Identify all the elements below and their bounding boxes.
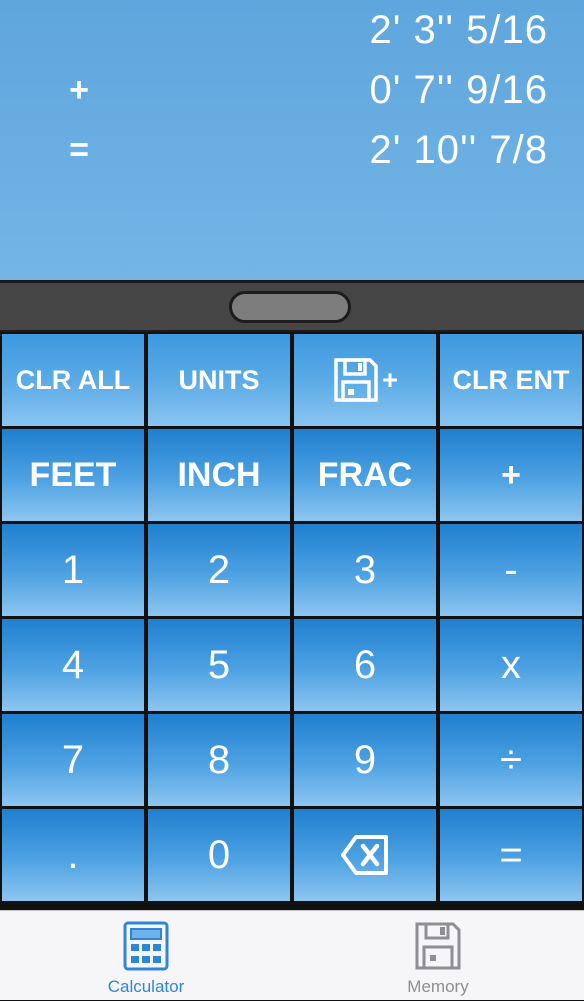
inch-button[interactable]: INCH: [148, 429, 290, 521]
digit-3-button[interactable]: 3: [294, 524, 436, 616]
clear-entry-button[interactable]: CLR ENT: [440, 334, 582, 426]
key-label: CLR ENT: [452, 364, 570, 395]
floppy-disk-icon: [334, 358, 378, 402]
tab-calculator[interactable]: Calculator: [66, 911, 226, 1001]
feet-button[interactable]: FEET: [2, 429, 144, 521]
display-line-1: 2' 3'' 5/16: [0, 2, 584, 58]
key-label: UNITS: [178, 364, 260, 395]
digit-4-button[interactable]: 4: [2, 619, 144, 711]
equals-button[interactable]: =: [440, 809, 582, 901]
display-value: 2' 10'' 7/8: [369, 128, 548, 172]
key-label: 8: [207, 737, 231, 782]
key-label: 3: [353, 547, 377, 592]
floppy-disk-icon: [415, 922, 461, 970]
backspace-button[interactable]: [294, 809, 436, 901]
tab-memory[interactable]: Memory: [358, 911, 518, 1001]
key-label: 7: [61, 737, 85, 782]
key-label: =: [499, 832, 523, 877]
key-label: FRAC: [317, 455, 413, 494]
digit-0-button[interactable]: 0: [148, 809, 290, 901]
digit-6-button[interactable]: 6: [294, 619, 436, 711]
key-label: 9: [353, 737, 377, 782]
divide-button[interactable]: ÷: [440, 714, 582, 806]
tab-bar: Calculator Memory: [0, 910, 584, 1000]
keypad: CLR ALL UNITS + CLR ENT FEET INCH FRAC +…: [0, 332, 584, 902]
key-label: 5: [207, 642, 231, 687]
minus-button[interactable]: -: [440, 524, 582, 616]
key-label: x: [501, 642, 521, 687]
backspace-icon: [341, 835, 388, 875]
key-label: FEET: [29, 455, 117, 494]
key-label: 1: [61, 547, 85, 592]
key-label: INCH: [177, 455, 261, 494]
calculator-icon: [123, 921, 169, 971]
key-label: .: [67, 832, 79, 877]
key-label: CLR ALL: [15, 364, 131, 395]
digit-1-button[interactable]: 1: [2, 524, 144, 616]
tab-label: Calculator: [107, 977, 185, 996]
save-plus-label: +: [382, 364, 398, 395]
key-label: 4: [61, 642, 85, 687]
key-label: 6: [353, 642, 377, 687]
digit-9-button[interactable]: 9: [294, 714, 436, 806]
units-button[interactable]: UNITS: [148, 334, 290, 426]
display-value: 2' 3'' 5/16: [369, 8, 548, 52]
fraction-button[interactable]: FRAC: [294, 429, 436, 521]
key-label: 2: [207, 547, 231, 592]
multiply-button[interactable]: x: [440, 619, 582, 711]
panel-divider: [0, 280, 584, 332]
key-label: 0: [207, 832, 231, 877]
tab-label: Memory: [407, 977, 469, 996]
digit-8-button[interactable]: 8: [148, 714, 290, 806]
digit-2-button[interactable]: 2: [148, 524, 290, 616]
decimal-button[interactable]: .: [2, 809, 144, 901]
key-label: ÷: [500, 737, 522, 782]
display-operator: =: [69, 131, 89, 169]
key-label: +: [501, 455, 521, 494]
key-label: -: [504, 547, 518, 592]
plus-button[interactable]: +: [440, 429, 582, 521]
digit-5-button[interactable]: 5: [148, 619, 290, 711]
display-line-3: = 2' 10'' 7/8: [0, 122, 584, 178]
display-line-2: + 0' 7'' 9/16: [0, 62, 584, 118]
drag-handle[interactable]: [229, 291, 351, 323]
digit-7-button[interactable]: 7: [2, 714, 144, 806]
save-to-memory-button[interactable]: +: [294, 334, 436, 426]
clear-all-button[interactable]: CLR ALL: [2, 334, 144, 426]
display-value: 0' 7'' 9/16: [369, 68, 548, 112]
calculator-display: 2' 3'' 5/16 + 0' 7'' 9/16 = 2' 10'' 7/8: [0, 0, 584, 280]
display-operator: +: [69, 71, 89, 109]
